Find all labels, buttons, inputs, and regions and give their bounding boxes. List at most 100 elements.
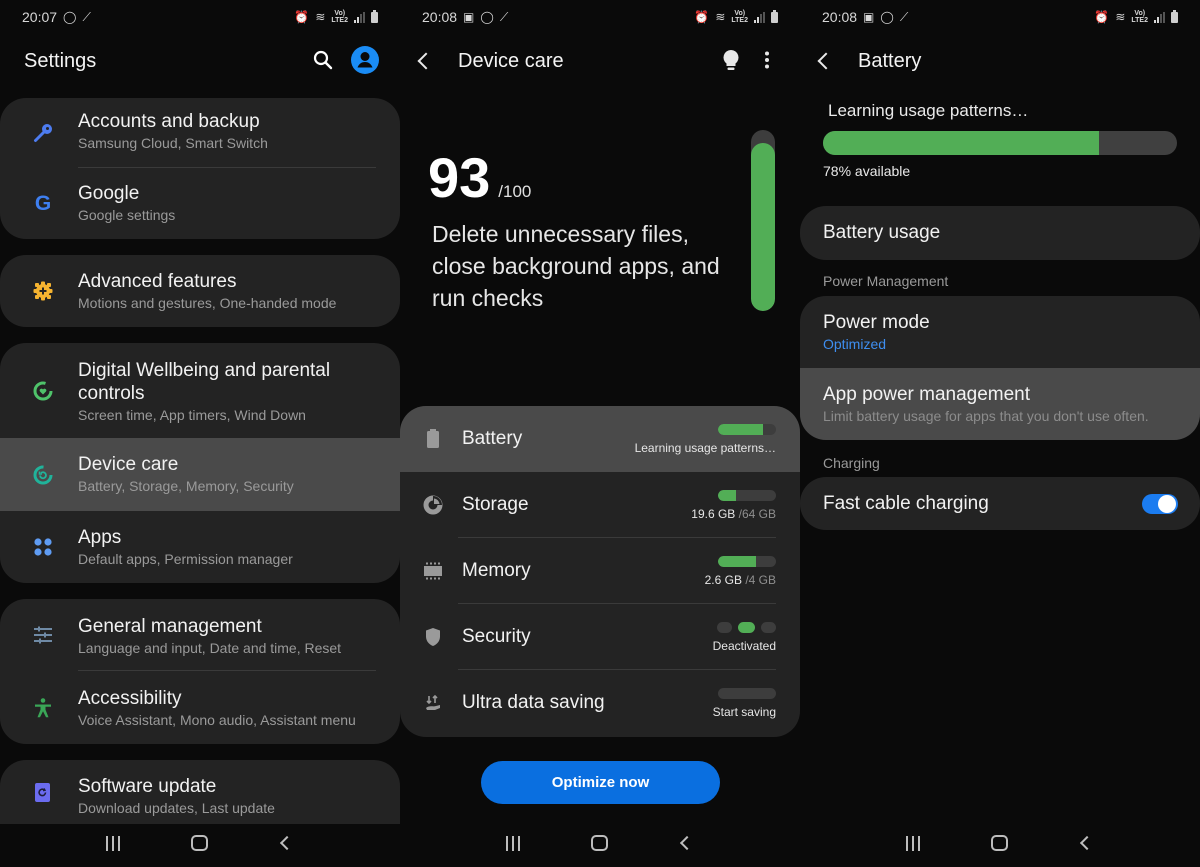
data-saving-icon (422, 692, 444, 714)
item-title: Software update (78, 776, 217, 797)
volte-lte2-icon: Vo) LTE2 (731, 10, 748, 24)
memory-total: /4 GB (745, 572, 776, 587)
recents-button[interactable] (498, 831, 528, 855)
back-button[interactable] (817, 52, 840, 70)
settings-item-google[interactable]: G Google Google settings (0, 168, 400, 239)
recents-icon (506, 835, 521, 851)
back-button[interactable] (417, 52, 440, 70)
back-button[interactable] (272, 831, 302, 855)
home-button[interactable] (185, 831, 215, 855)
app-power-management-item[interactable]: App power management Limit battery usage… (800, 368, 1200, 440)
home-button[interactable] (985, 831, 1015, 855)
mini-bar-fill (718, 555, 756, 567)
gallery-icon: ▣ (463, 10, 475, 24)
whatsapp-icon: ◯ (480, 10, 494, 24)
settings-item-digital-wellbeing[interactable]: Digital Wellbeing and parental controls … (0, 343, 400, 438)
storage-mini-bar (718, 489, 776, 501)
score-description: Delete unnecessary files, close backgrou… (432, 221, 720, 311)
device-care-item-memory[interactable]: Memory 2.6 GB /4 GB (400, 538, 800, 604)
score-gauge (751, 130, 775, 311)
sliders-icon (32, 624, 54, 646)
key-icon (32, 122, 54, 144)
back-chevron-icon (817, 52, 835, 70)
recents-button[interactable] (898, 831, 928, 855)
item-subtitle: Default apps, Permission manager (78, 551, 293, 567)
magic-wand-icon: ⟋ (499, 10, 509, 24)
alarm-icon: ⏰ (694, 10, 710, 24)
fast-charging-toggle[interactable] (1142, 494, 1178, 514)
home-button[interactable] (585, 831, 615, 855)
back-button[interactable] (672, 831, 702, 855)
item-subtitle: Screen time, App timers, Wind Down (78, 407, 306, 423)
signal-icon (754, 11, 765, 23)
storage-total: /64 GB (738, 506, 776, 521)
memory-mini-bar (718, 555, 776, 567)
more-options-icon[interactable] (764, 51, 770, 74)
item-subtitle: Language and input, Date and time, Reset (78, 640, 342, 656)
battery-usage-card: Battery usage (800, 206, 1200, 260)
device-care-icon (32, 464, 54, 486)
device-care-list: Battery Learning usage patterns… Storage… (400, 406, 800, 737)
storage-used: 19.6 GB (691, 506, 736, 521)
power-mode-item[interactable]: Power mode Optimized (800, 296, 1200, 368)
search-icon[interactable] (313, 50, 333, 70)
item-title: Apps (78, 527, 122, 548)
item-title: Accessibility (78, 688, 182, 709)
score-max: /100 (498, 182, 532, 201)
status-bar: 20:07 ◯ ⟋ ⏰ ≋ Vo) LTE2 (22, 8, 378, 26)
status-time: 20:07 (22, 9, 58, 25)
page-title: Battery (858, 49, 922, 72)
item-subtitle: Motions and gestures, One-handed mode (78, 295, 337, 311)
settings-item-advanced-features[interactable]: Advanced features Motions and gestures, … (0, 255, 400, 327)
recents-button[interactable] (98, 831, 128, 855)
settings-item-accounts-and-backup[interactable]: Accounts and backup Samsung Cloud, Smart… (0, 98, 400, 168)
page-title: Settings (24, 49, 97, 72)
section-header-charging: Charging (823, 455, 880, 471)
profile-avatar-icon[interactable] (350, 45, 380, 75)
settings-item-apps[interactable]: Apps Default apps, Permission manager (0, 511, 400, 583)
score-value: 93 (428, 146, 491, 209)
memory-chip-icon (422, 560, 444, 582)
item-value: 2.6 GB /4 GB (705, 573, 776, 587)
battery-icon (771, 9, 778, 23)
optimize-now-button[interactable]: Optimize now (481, 761, 720, 804)
device-score: 93 /100 (428, 150, 531, 206)
battery-level-fill (823, 131, 1100, 155)
battery-mini-bar (718, 423, 776, 435)
item-subtitle: Limit battery usage for apps that you do… (823, 408, 1149, 424)
item-value: Deactivated (712, 638, 776, 653)
accessibility-icon (32, 697, 54, 719)
back-button[interactable] (1072, 831, 1102, 855)
fast-cable-charging-item[interactable]: Fast cable charging (800, 477, 1200, 530)
device-care-item-security[interactable]: Security Deactivated (400, 604, 800, 670)
recents-icon (106, 835, 121, 851)
security-status-dots (717, 621, 776, 633)
settings-item-general-management[interactable]: General management Language and input, D… (0, 599, 400, 671)
device-care-item-battery[interactable]: Battery Learning usage patterns… (400, 406, 800, 472)
tips-lightbulb-icon[interactable] (722, 49, 740, 78)
battery-level-bar (823, 131, 1177, 155)
item-title: Fast cable charging (823, 493, 989, 514)
home-icon (191, 835, 209, 851)
device-care-item-storage[interactable]: Storage 19.6 GB /64 GB (400, 472, 800, 538)
item-value: Learning usage patterns… (634, 440, 776, 455)
back-chevron-icon (279, 835, 294, 851)
volte-lte2-icon: Vo) LTE2 (331, 10, 348, 24)
device-care-item-ultra-data-saving[interactable]: Ultra data saving Start saving (400, 670, 800, 736)
power-management-card: Power mode Optimized App power managemen… (800, 296, 1200, 440)
settings-item-software-update[interactable]: Software update Download updates, Last u… (0, 760, 400, 824)
settings-group-software-update: Software update Download updates, Last u… (0, 760, 400, 824)
signal-icon (354, 11, 365, 23)
shield-icon (422, 626, 444, 648)
device-care-screen: 20:08 ▣ ◯ ⟋ ⏰ ≋ Vo) LTE2 Device care 93 /… (400, 0, 800, 867)
alarm-icon: ⏰ (294, 10, 310, 24)
settings-item-accessibility[interactable]: Accessibility Voice Assistant, Mono audi… (0, 671, 400, 744)
wifi-icon: ≋ (715, 10, 726, 24)
back-chevron-icon (417, 52, 435, 70)
status-bar: 20:08 ▣ ◯ ⟋ ⏰ ≋ Vo) LTE2 (822, 8, 1178, 26)
page-title: Device care (458, 49, 564, 72)
settings-item-device-care[interactable]: Device care Battery, Storage, Memory, Se… (0, 438, 400, 511)
battery-usage-item[interactable]: Battery usage (800, 206, 1200, 260)
status-time: 20:08 (422, 9, 458, 25)
storage-pie-icon (422, 494, 444, 516)
